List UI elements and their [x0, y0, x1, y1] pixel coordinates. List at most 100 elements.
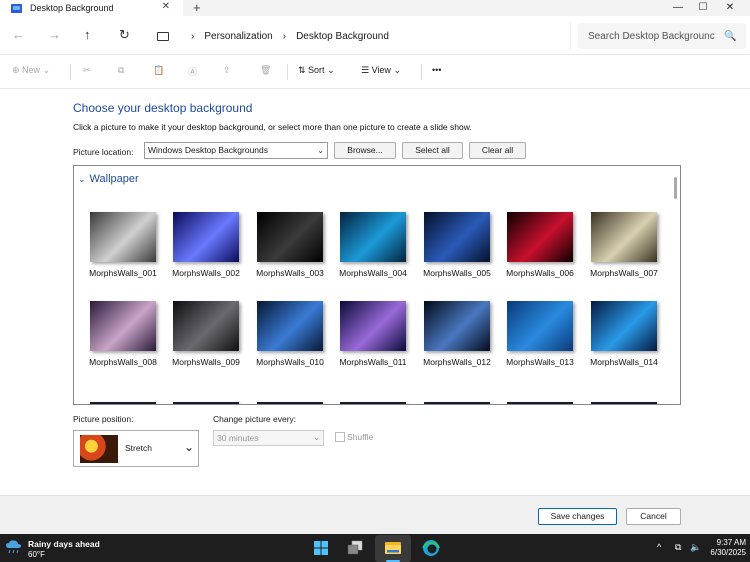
edge-browser-icon[interactable]: [421, 538, 441, 558]
wallpaper-thumbnail-partial[interactable]: [257, 402, 323, 404]
wallpaper-caption[interactable]: MorphsWalls_001: [83, 268, 163, 278]
chevron-right-icon[interactable]: ›: [283, 31, 286, 42]
wallpaper-group-header[interactable]: ⌄ Wallpaper: [78, 173, 139, 185]
wallpaper-caption[interactable]: MorphsWalls_010: [250, 357, 330, 367]
address-bar: ← → ↑ ↻ › Personalization › Desktop Back…: [0, 17, 750, 55]
picture-location-select[interactable]: Windows Desktop Backgrounds ⌄: [144, 142, 328, 159]
wallpaper-thumbnail-partial[interactable]: [173, 402, 239, 404]
wallpaper-thumbnail[interactable]: [257, 212, 323, 262]
clear-all-button[interactable]: Clear all: [469, 142, 526, 159]
wallpaper-caption[interactable]: MorphsWalls_007: [584, 268, 664, 278]
copy-icon[interactable]: ⧉: [118, 65, 124, 76]
chevron-down-icon: ⌄: [78, 174, 86, 184]
wallpaper-thumbnail-partial[interactable]: [507, 402, 573, 404]
wallpaper-thumbnail[interactable]: [340, 301, 406, 351]
taskbar: Rainy days ahead 60°F ^ ⧉ 🔈 9:37 AM 6/30…: [0, 534, 750, 562]
delete-icon[interactable]: 🗑: [260, 65, 271, 76]
task-view-icon[interactable]: [345, 538, 365, 558]
wallpaper-caption[interactable]: MorphsWalls_008: [83, 357, 163, 367]
browse-button[interactable]: Browse...: [334, 142, 396, 159]
wallpaper-thumbnail[interactable]: [424, 301, 490, 351]
picture-location-label: Picture location:: [73, 147, 134, 157]
tab-close-icon[interactable]: ✕: [162, 1, 170, 12]
wallpaper-thumbnail[interactable]: [257, 301, 323, 351]
picture-position-label: Picture position:: [73, 414, 134, 424]
view-button[interactable]: ☰ View ⌄: [361, 65, 401, 76]
more-options-icon[interactable]: •••: [432, 65, 441, 75]
wallpaper-caption[interactable]: MorphsWalls_004: [333, 268, 413, 278]
new-tab-button[interactable]: +: [193, 0, 201, 15]
wallpaper-thumbnail[interactable]: [90, 301, 156, 351]
wallpaper-thumbnail-partial[interactable]: [591, 402, 657, 404]
scrollbar[interactable]: [674, 177, 677, 199]
wallpaper-caption[interactable]: MorphsWalls_012: [417, 357, 497, 367]
wallpaper-thumbnail[interactable]: [507, 212, 573, 262]
file-explorer-icon[interactable]: [383, 538, 403, 558]
volume-icon[interactable]: 🔈: [690, 542, 701, 553]
wallpaper-caption[interactable]: MorphsWalls_013: [500, 357, 580, 367]
shuffle-checkbox[interactable]: [335, 432, 345, 442]
network-icon[interactable]: ⧉: [675, 542, 681, 553]
cut-icon[interactable]: ✂: [83, 65, 91, 76]
clock[interactable]: 9:37 AM 6/30/2025: [704, 538, 746, 558]
search-icon[interactable]: 🔍: [724, 31, 736, 42]
breadcrumb-personalization[interactable]: Personalization: [204, 31, 272, 42]
refresh-icon[interactable]: ↻: [119, 27, 130, 43]
select-all-button[interactable]: Select all: [402, 142, 463, 159]
paste-icon[interactable]: 📋: [153, 65, 164, 76]
chevron-right-icon[interactable]: ›: [191, 31, 194, 42]
picture-location-value: Windows Desktop Backgrounds: [148, 145, 269, 155]
forward-arrow-icon[interactable]: →: [48, 27, 61, 42]
wallpaper-caption[interactable]: MorphsWalls_009: [166, 357, 246, 367]
explorer-tab[interactable]: Desktop Background ✕: [0, 0, 183, 16]
wallpaper-gallery[interactable]: ⌄ Wallpaper MorphsWalls_001 MorphsWalls_00…: [73, 165, 681, 405]
clock-date: 6/30/2025: [710, 548, 746, 557]
save-changes-button[interactable]: Save changes: [538, 508, 617, 525]
wallpaper-thumbnail-partial[interactable]: [340, 402, 406, 404]
wallpaper-thumbnail-partial[interactable]: [424, 402, 490, 404]
wallpaper-thumbnail-partial[interactable]: [90, 402, 156, 404]
desktop-background-panel: Choose your desktop background Click a p…: [0, 90, 750, 495]
back-arrow-icon[interactable]: ←: [12, 27, 25, 42]
change-interval-select[interactable]: 30 minutes ⌄: [213, 430, 324, 446]
picture-position-select[interactable]: Stretch ⌄: [73, 430, 199, 467]
wallpaper-caption[interactable]: MorphsWalls_005: [417, 268, 497, 278]
sort-label: Sort: [308, 65, 325, 75]
breadcrumb-desktop-background[interactable]: Desktop Background: [296, 31, 389, 42]
wallpaper-caption[interactable]: MorphsWalls_006: [500, 268, 580, 278]
sort-button[interactable]: ⇅ Sort ⌄: [298, 65, 335, 76]
wallpaper-caption[interactable]: MorphsWalls_002: [166, 268, 246, 278]
new-item-button[interactable]: ⊕ New ⌄: [12, 65, 50, 76]
shuffle-label: Shuffle: [347, 432, 374, 442]
wallpaper-thumbnail[interactable]: [173, 301, 239, 351]
wallpaper-caption[interactable]: MorphsWalls_003: [250, 268, 330, 278]
search-input[interactable]: Search Desktop Backgrounc: [588, 31, 716, 42]
share-icon[interactable]: ⇪: [223, 65, 231, 76]
show-hidden-icons-button[interactable]: ^: [657, 542, 661, 552]
wallpaper-thumbnail[interactable]: [90, 212, 156, 262]
wallpaper-thumbnail[interactable]: [173, 212, 239, 262]
wallpaper-caption[interactable]: MorphsWalls_014: [584, 357, 664, 367]
breadcrumb[interactable]: › Personalization › Desktop Background: [147, 22, 571, 50]
divider: [70, 64, 71, 80]
divider: [287, 64, 288, 80]
wallpaper-caption[interactable]: MorphsWalls_011: [333, 357, 413, 367]
weather-title[interactable]: Rainy days ahead: [28, 539, 100, 549]
weather-temperature[interactable]: 60°F: [28, 550, 45, 559]
clock-time: 9:37 AM: [716, 538, 746, 547]
cancel-button[interactable]: Cancel: [626, 508, 681, 525]
wallpaper-thumbnail[interactable]: [340, 212, 406, 262]
rename-icon[interactable]: Ⓐ: [188, 65, 197, 78]
up-arrow-icon[interactable]: ↑: [84, 27, 91, 42]
wallpaper-thumbnail[interactable]: [591, 301, 657, 351]
wallpaper-thumbnail[interactable]: [424, 212, 490, 262]
wallpaper-thumbnail[interactable]: [507, 301, 573, 351]
search-box[interactable]: Search Desktop Backgrounc 🔍: [578, 23, 746, 49]
new-label: New: [22, 65, 41, 75]
close-button[interactable]: ✕: [710, 0, 750, 16]
rain-cloud-icon[interactable]: [5, 540, 23, 554]
page-title: Choose your desktop background: [73, 101, 253, 115]
start-windows-icon[interactable]: [311, 538, 331, 558]
wallpaper-thumbnail[interactable]: [591, 212, 657, 262]
chevron-down-icon: ⌄: [313, 433, 320, 442]
